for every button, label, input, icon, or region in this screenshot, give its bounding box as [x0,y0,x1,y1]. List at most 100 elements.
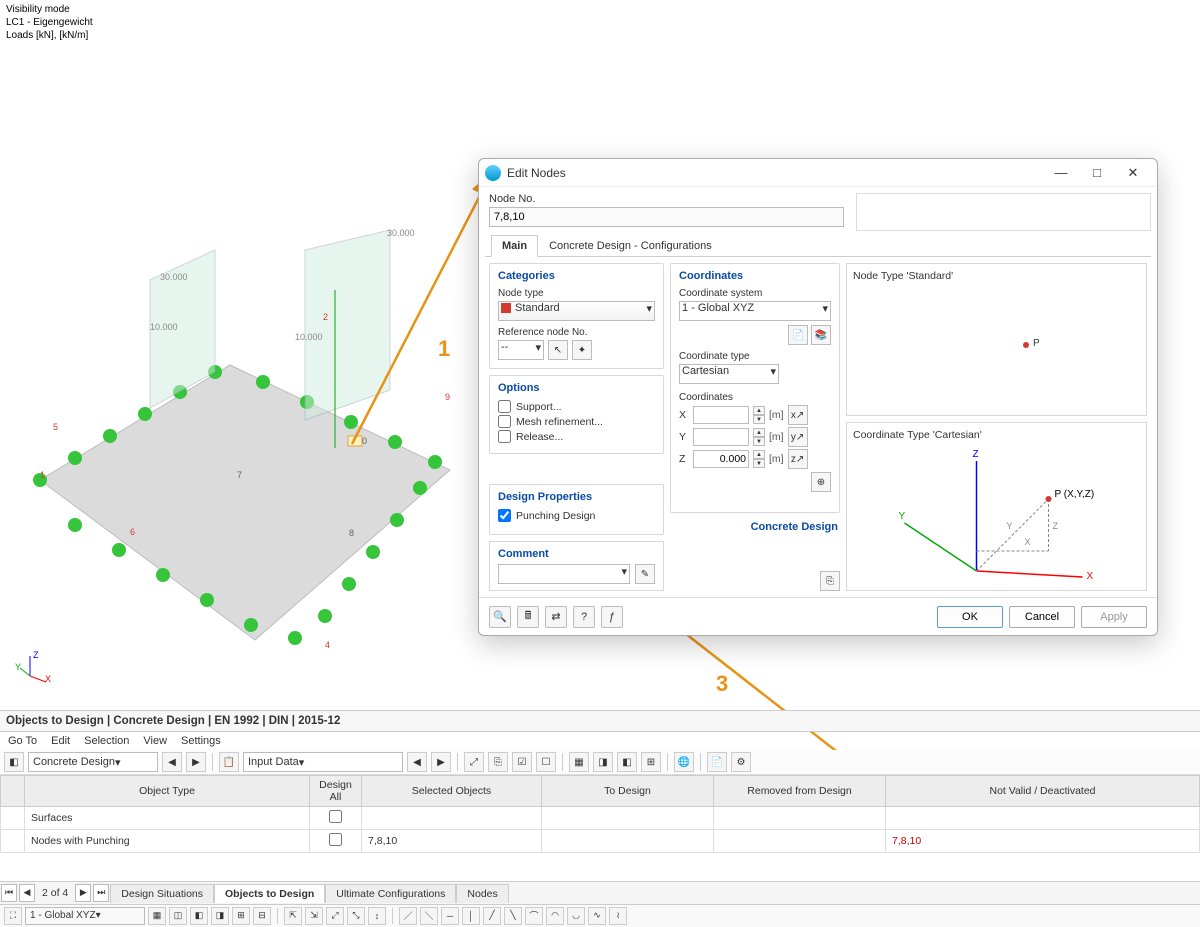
minimize-button[interactable]: — [1043,161,1079,185]
tb-a-icon[interactable]: ⤢ [464,752,484,772]
col-notvalid[interactable]: Not Valid / Deactivated [886,776,1200,807]
coord-type-select[interactable]: Cartesian▾ [679,364,779,384]
menu-goto[interactable]: Go To [8,735,37,747]
model-3d-view[interactable]: 1 2 4 5 6 7 8 9 10 30.000 30.000 10.000 … [5,220,465,670]
mesh-refinement-checkbox[interactable]: Mesh refinement... [498,415,655,428]
tb-e-icon[interactable]: ▦ [569,752,589,772]
tab-concrete-config[interactable]: Concrete Design - Configurations [538,235,723,256]
cancel-button[interactable]: Cancel [1009,606,1075,628]
comment-edit-icon[interactable]: ✎ [635,564,655,584]
btab-ultimate-config[interactable]: Ultimate Configurations [325,884,456,903]
apply-button[interactable]: Apply [1081,606,1147,628]
coord-x-input[interactable] [693,406,749,424]
tab-main[interactable]: Main [491,235,538,257]
comment-select[interactable]: ▾ [498,564,630,584]
close-button[interactable]: ✕ [1115,161,1151,185]
ok-button[interactable]: OK [937,606,1003,628]
node-no-input[interactable] [489,207,844,227]
surfaces-design-all-checkbox[interactable] [329,810,342,823]
tb-b-icon[interactable]: ⎘ [488,752,508,772]
sb-i2[interactable]: ◫ [169,907,187,925]
sb-l9[interactable]: ◡ [567,907,585,925]
coord-x-stepper[interactable]: ▲▼ [753,406,765,424]
coord-y-pick-icon[interactable]: y↗ [788,427,808,447]
menu-view[interactable]: View [143,735,167,747]
tb-i-icon[interactable]: 🌐 [674,752,694,772]
maximize-button[interactable]: □ [1079,161,1115,185]
sb-cs-combo[interactable]: 1 - Global XYZ ▾ [25,907,145,925]
objects-grid[interactable]: Object Type Design All Selected Objects … [0,775,1200,881]
ref-node-pick-icon[interactable]: ↖ [548,340,568,360]
sb-i5[interactable]: ⊞ [232,907,250,925]
combo-input-data[interactable]: Input Data ▾ [243,752,403,772]
sb-cs-icon[interactable]: ⛶ [4,907,22,925]
page-prev-icon[interactable]: ◀ [19,884,35,902]
nodes-design-all-checkbox[interactable] [329,833,342,846]
tb-next-icon[interactable]: ▶ [186,752,206,772]
sb-s5[interactable]: ↕ [368,907,386,925]
sb-l7[interactable]: ⌒ [525,907,543,925]
footer-tool-units-icon[interactable]: ⇄ [545,606,567,628]
footer-tool-script-icon[interactable]: ƒ [601,606,623,628]
btab-objects-to-design[interactable]: Objects to Design [214,884,325,903]
coord-sys-lib-icon[interactable]: 📚 [811,325,831,345]
tb-nav-next-icon[interactable]: ▶ [431,752,451,772]
ref-node-select[interactable]: --▾ [498,340,544,360]
sb-i6[interactable]: ⊟ [253,907,271,925]
menu-edit[interactable]: Edit [51,735,70,747]
sb-l5[interactable]: ╱ [483,907,501,925]
tb-prev-icon[interactable]: ◀ [162,752,182,772]
coord-z-stepper[interactable]: ▲▼ [753,450,765,468]
sb-s4[interactable]: ⤡ [347,907,365,925]
footer-tool-search-icon[interactable]: 🔍 [489,606,511,628]
coord-z-input[interactable] [693,450,749,468]
concrete-design-link[interactable]: Concrete Design [670,519,840,533]
sb-l4[interactable]: │ [462,907,480,925]
sb-l1[interactable]: ／ [399,907,417,925]
sb-l6[interactable]: ╲ [504,907,522,925]
btab-design-situations[interactable]: Design Situations [110,884,214,903]
page-first-icon[interactable]: ⏮ [1,884,17,902]
support-checkbox[interactable]: Support... [498,400,655,413]
sb-l3[interactable]: ─ [441,907,459,925]
coord-z-pick-icon[interactable]: z↗ [788,449,808,469]
col-object-type[interactable]: Object Type [25,776,310,807]
dialog-titlebar[interactable]: Edit Nodes — □ ✕ [479,159,1157,187]
tb-c-icon[interactable]: ☑ [512,752,532,772]
sb-s1[interactable]: ⇱ [284,907,302,925]
coord-system-select[interactable]: 1 - Global XYZ▾ [679,301,831,321]
menu-settings[interactable]: Settings [181,735,221,747]
coord-y-stepper[interactable]: ▲▼ [753,428,765,446]
combo-design-module[interactable]: Concrete Design ▾ [28,752,158,772]
page-next-icon[interactable]: ▶ [75,884,91,902]
sb-s3[interactable]: ⤢ [326,907,344,925]
col-todesign[interactable]: To Design [542,776,714,807]
grid-row-nodes-punching[interactable]: Nodes with Punching 7,8,10 7,8,10 [1,830,1200,853]
tb-nav-prev-icon[interactable]: ◀ [407,752,427,772]
sb-l11[interactable]: ≀ [609,907,627,925]
tb-h-icon[interactable]: ⊞ [641,752,661,772]
col-removed[interactable]: Removed from Design [714,776,886,807]
node-type-select[interactable]: Standard▾ [498,301,655,321]
sb-i1[interactable]: ▦ [148,907,166,925]
punching-design-checkbox[interactable]: Punching Design [498,509,655,522]
coord-y-input[interactable] [693,428,749,446]
tb-icon-1[interactable]: ◧ [4,752,24,772]
sb-i3[interactable]: ◧ [190,907,208,925]
ref-node-new-icon[interactable]: ✦ [572,340,592,360]
page-last-icon[interactable]: ⏭ [93,884,109,902]
btab-nodes[interactable]: Nodes [456,884,508,903]
coord-sys-new-icon[interactable]: 📄 [788,325,808,345]
tb-j-icon[interactable]: 📄 [707,752,727,772]
release-checkbox[interactable]: Release... [498,430,655,443]
footer-tool-help-icon[interactable]: ? [573,606,595,628]
grid-row-surfaces[interactable]: Surfaces [1,807,1200,830]
col-design-all[interactable]: Design All [310,776,362,807]
coord-x-pick-icon[interactable]: x↗ [788,405,808,425]
sb-s2[interactable]: ⇲ [305,907,323,925]
sb-l10[interactable]: ∿ [588,907,606,925]
tb-f-icon[interactable]: ◨ [593,752,613,772]
menu-selection[interactable]: Selection [84,735,129,747]
sb-l8[interactable]: ◠ [546,907,564,925]
sb-i4[interactable]: ◨ [211,907,229,925]
